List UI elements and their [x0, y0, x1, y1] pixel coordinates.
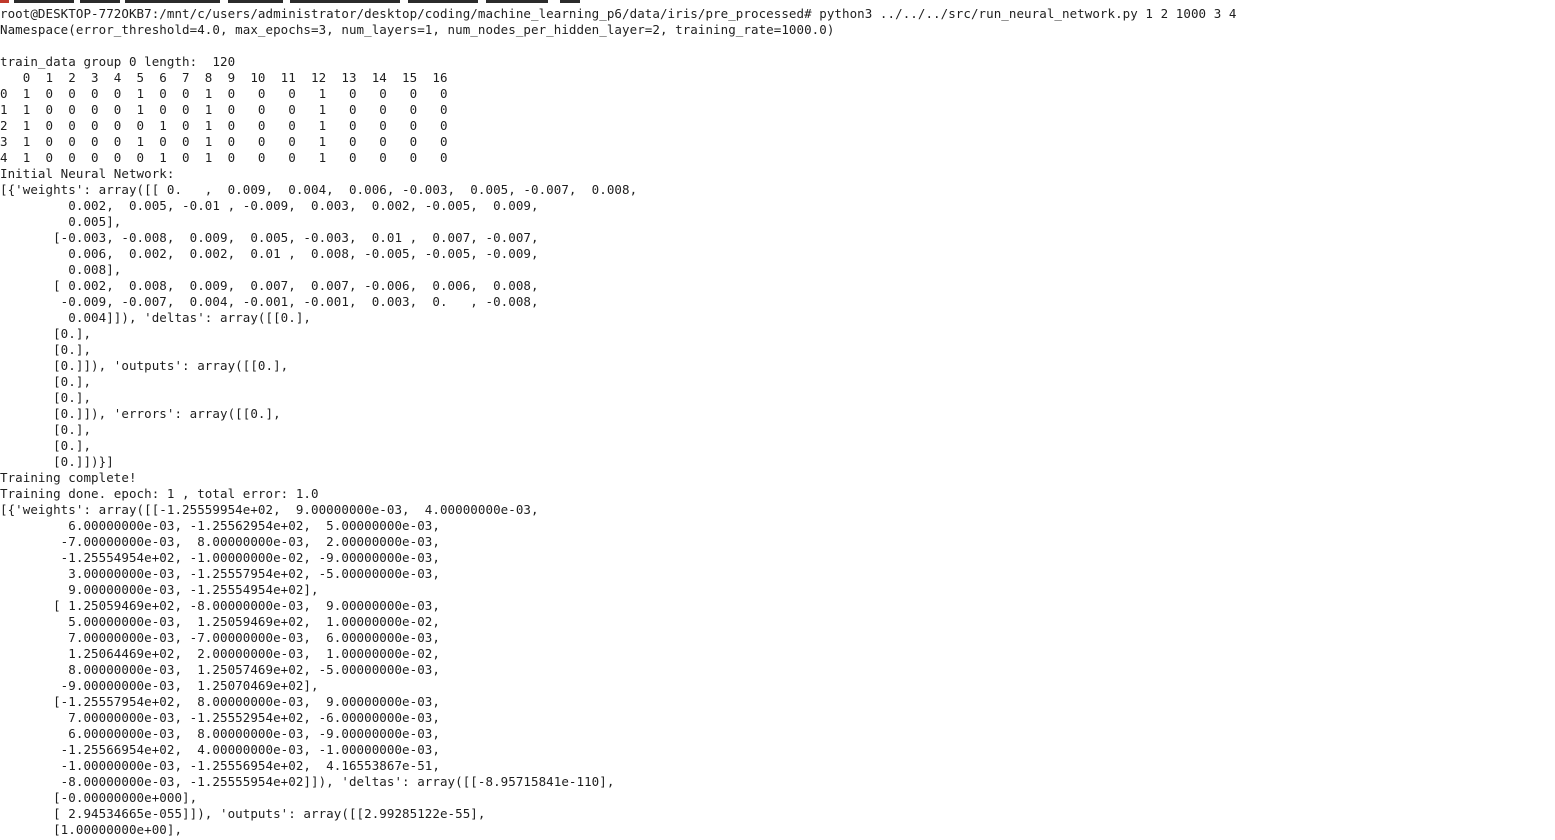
output-line: [-1.25557954e+02, 8.00000000e-03, 9.0000…	[0, 694, 440, 709]
output-line: [0.],	[0, 390, 92, 405]
output-line: Training complete!	[0, 470, 137, 485]
output-line: 5.00000000e-03, 1.25059469e+02, 1.000000…	[0, 614, 440, 629]
output-line: 0.008],	[0, 262, 122, 277]
output-line: Training done. epoch: 1 , total error: 1…	[0, 486, 319, 501]
output-line: 0.005],	[0, 214, 122, 229]
output-line: -8.00000000e-03, -1.25555954e+02]]), 'de…	[0, 774, 615, 789]
clipped-red-text	[0, 0, 9, 3]
output-line: 3 1 0 0 0 0 1 0 0 1 0 0 0 1 0 0 0 0	[0, 134, 448, 149]
output-line: [1.00000000e+00],	[0, 822, 183, 837]
output-line: 2 1 0 0 0 0 0 1 0 1 0 0 0 1 0 0 0 0	[0, 118, 448, 133]
output-line: 0.004]]), 'deltas': array([[0.],	[0, 310, 312, 325]
output-line: -1.25566954e+02, 4.00000000e-03, -1.0000…	[0, 742, 440, 757]
output-line: 0 1 2 3 4 5 6 7 8 9 10 11 12 13 14 15 16	[0, 70, 448, 85]
output-line: 4 1 0 0 0 0 0 1 0 1 0 0 0 1 0 0 0 0	[0, 150, 448, 165]
output-line: [0.],	[0, 438, 92, 453]
previous-output-strip	[0, 0, 1555, 4]
output-line: -1.00000000e-03, -1.25556954e+02, 4.1655…	[0, 758, 440, 773]
output-line: -1.25554954e+02, -1.00000000e-02, -9.000…	[0, 550, 440, 565]
output-line: -9.00000000e-03, 1.25070469e+02],	[0, 678, 319, 693]
output-line: [{'weights': array([[-1.25559954e+02, 9.…	[0, 502, 539, 517]
output-line: 7.00000000e-03, -7.00000000e-03, 6.00000…	[0, 630, 440, 645]
output-line: [0.]]), 'outputs': array([[0.],	[0, 358, 289, 373]
terminal-window[interactable]: root@DESKTOP-772OKB7:/mnt/c/users/admini…	[0, 0, 1555, 840]
output-line: 6.00000000e-03, 8.00000000e-03, -9.00000…	[0, 726, 440, 741]
output-line: [-0.003, -0.008, 0.009, 0.005, -0.003, 0…	[0, 230, 539, 245]
output-line: 9.00000000e-03, -1.25554954e+02],	[0, 582, 319, 597]
output-line: [0.]])}]	[0, 454, 114, 469]
output-line: 0.002, 0.005, -0.01 , -0.009, 0.003, 0.0…	[0, 198, 539, 213]
command-prompt-line: root@DESKTOP-772OKB7:/mnt/c/users/admini…	[0, 6, 1237, 21]
output-line: 6.00000000e-03, -1.25562954e+02, 5.00000…	[0, 518, 440, 533]
output-line: [0.],	[0, 374, 92, 389]
output-line: [0.],	[0, 326, 92, 341]
output-line: 3.00000000e-03, -1.25557954e+02, -5.0000…	[0, 566, 440, 581]
output-line: 7.00000000e-03, -1.25552954e+02, -6.0000…	[0, 710, 440, 725]
terminal-output: root@DESKTOP-772OKB7:/mnt/c/users/admini…	[0, 6, 1555, 838]
output-line: 1 1 0 0 0 0 1 0 0 1 0 0 0 1 0 0 0 0	[0, 102, 448, 117]
output-line: [0.],	[0, 342, 92, 357]
output-line: [0.],	[0, 422, 92, 437]
output-line: -7.00000000e-03, 8.00000000e-03, 2.00000…	[0, 534, 440, 549]
output-line: [ 0.002, 0.008, 0.009, 0.007, 0.007, -0.…	[0, 278, 539, 293]
output-line: [ 1.25059469e+02, -8.00000000e-03, 9.000…	[0, 598, 440, 613]
output-line: 1.25064469e+02, 2.00000000e-03, 1.000000…	[0, 646, 440, 661]
output-line: 0.006, 0.002, 0.002, 0.01 , 0.008, -0.00…	[0, 246, 539, 261]
output-line: train_data group 0 length: 120	[0, 54, 236, 69]
output-line: [0.]]), 'errors': array([[0.],	[0, 406, 281, 421]
output-line: [{'weights': array([[ 0. , 0.009, 0.004,…	[0, 182, 638, 197]
output-line: [ 2.94534665e-055]]), 'outputs': array([…	[0, 806, 486, 821]
output-line: 0 1 0 0 0 0 1 0 0 1 0 0 0 1 0 0 0 0	[0, 86, 448, 101]
output-line: 8.00000000e-03, 1.25057469e+02, -5.00000…	[0, 662, 440, 677]
output-line: Initial Neural Network:	[0, 166, 175, 181]
output-line: -0.009, -0.007, 0.004, -0.001, -0.001, 0…	[0, 294, 539, 309]
output-line: [-0.00000000e+000],	[0, 790, 198, 805]
output-line: Namespace(error_threshold=4.0, max_epoch…	[0, 22, 835, 37]
